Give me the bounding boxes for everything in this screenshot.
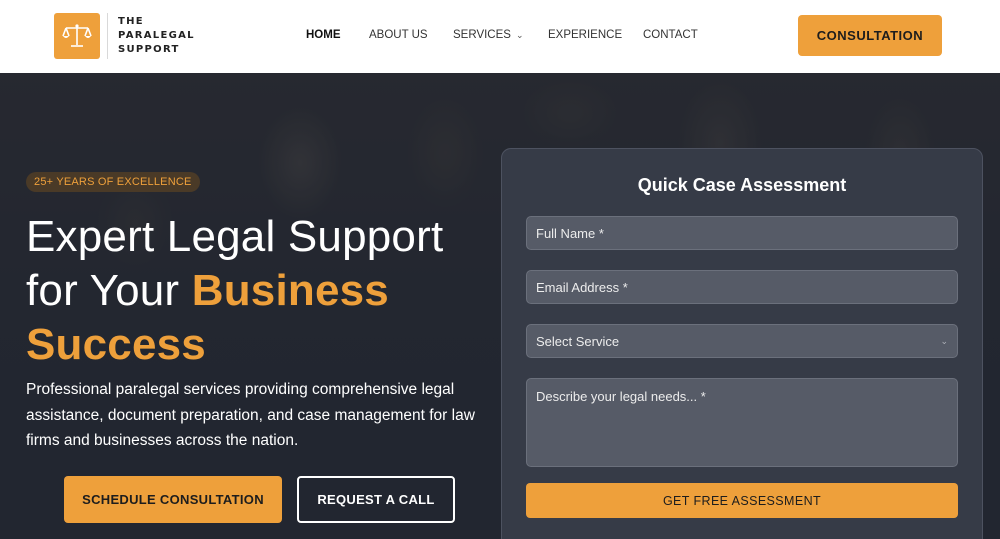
brand-line-1: THE <box>118 16 144 27</box>
brand-line-3: SUPPORT <box>118 44 180 55</box>
schedule-consultation-button[interactable]: SCHEDULE CONSULTATION <box>64 476 282 523</box>
nav-services-label: SERVICES <box>453 29 511 41</box>
nav-about[interactable]: ABOUT US <box>369 29 428 41</box>
hero-description: Professional paralegal services providin… <box>26 381 475 449</box>
nav-experience[interactable]: EXPERIENCE <box>548 29 622 41</box>
scales-logo-icon[interactable] <box>54 13 100 59</box>
brand-line-2: PARALEGAL <box>118 30 195 41</box>
nav-services[interactable]: SERVICES ⌄ <box>453 29 524 41</box>
nav-contact[interactable]: CONTACT <box>643 29 698 41</box>
nav-home[interactable]: HOME <box>306 29 341 41</box>
experience-badge: 25+ YEARS OF EXCELLENCE <box>26 172 200 192</box>
assessment-form: Quick Case Assessment Full Name * Email … <box>501 148 983 539</box>
consultation-button[interactable]: CONSULTATION <box>798 15 942 56</box>
get-assessment-button[interactable]: GET FREE ASSESSMENT <box>526 483 958 518</box>
site-header: THE PARALEGAL SUPPORT HOME ABOUT US SERV… <box>0 0 1000 73</box>
service-select[interactable]: Select Service ⌄ <box>526 324 958 358</box>
logo-divider <box>107 13 108 59</box>
chevron-down-icon: ⌄ <box>515 30 524 40</box>
description-textarea[interactable]: Describe your legal needs... * <box>526 378 958 467</box>
form-title: Quick Case Assessment <box>637 175 847 195</box>
email-input[interactable]: Email Address * <box>526 270 958 304</box>
full-name-input[interactable]: Full Name * <box>526 216 958 250</box>
service-select-value: Select Service <box>536 333 620 349</box>
hero-section: 25+ YEARS OF EXCELLENCE Expert Legal Sup… <box>0 73 1000 539</box>
hero-headline: Expert Legal Support for Your Business S… <box>26 210 496 372</box>
brand-name[interactable]: THE PARALEGAL SUPPORT <box>118 15 195 57</box>
request-call-button[interactable]: REQUEST A CALL <box>297 476 455 523</box>
chevron-down-icon: ⌄ <box>940 335 948 346</box>
